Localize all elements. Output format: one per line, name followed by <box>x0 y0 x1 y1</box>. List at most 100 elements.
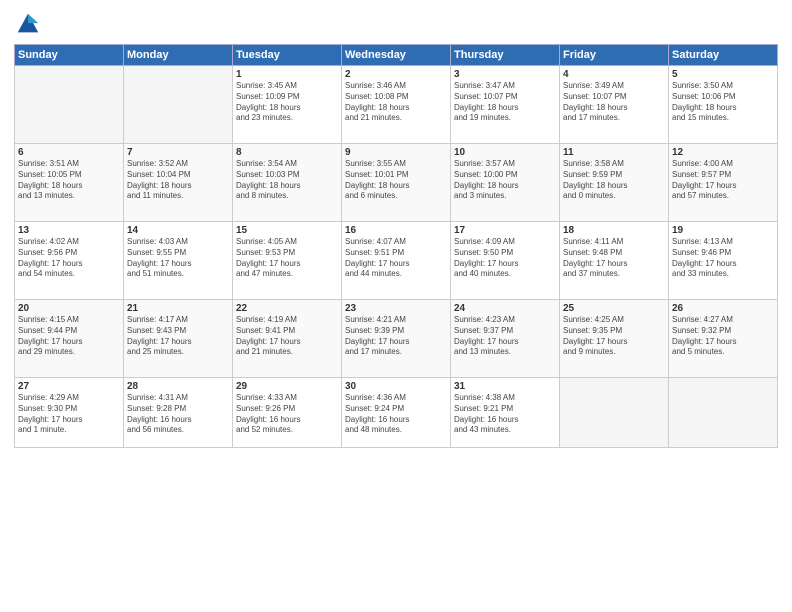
weekday-header-wednesday: Wednesday <box>342 45 451 66</box>
day-info: Sunrise: 3:50 AM Sunset: 10:06 PM Daylig… <box>672 81 774 124</box>
day-number: 23 <box>345 303 447 314</box>
day-info: Sunrise: 4:03 AM Sunset: 9:55 PM Dayligh… <box>127 237 229 280</box>
day-info: Sunrise: 4:11 AM Sunset: 9:48 PM Dayligh… <box>563 237 665 280</box>
day-info: Sunrise: 4:29 AM Sunset: 9:30 PM Dayligh… <box>18 393 120 436</box>
calendar-cell <box>15 66 124 144</box>
week-row-5: 27Sunrise: 4:29 AM Sunset: 9:30 PM Dayli… <box>15 378 778 448</box>
day-number: 3 <box>454 69 556 80</box>
day-number: 14 <box>127 225 229 236</box>
calendar-cell: 17Sunrise: 4:09 AM Sunset: 9:50 PM Dayli… <box>451 222 560 300</box>
day-number: 6 <box>18 147 120 158</box>
day-number: 9 <box>345 147 447 158</box>
day-number: 4 <box>563 69 665 80</box>
day-info: Sunrise: 4:13 AM Sunset: 9:46 PM Dayligh… <box>672 237 774 280</box>
calendar-cell: 19Sunrise: 4:13 AM Sunset: 9:46 PM Dayli… <box>669 222 778 300</box>
calendar-cell <box>124 66 233 144</box>
day-info: Sunrise: 4:25 AM Sunset: 9:35 PM Dayligh… <box>563 315 665 358</box>
day-number: 31 <box>454 381 556 392</box>
day-number: 29 <box>236 381 338 392</box>
calendar-cell: 30Sunrise: 4:36 AM Sunset: 9:24 PM Dayli… <box>342 378 451 448</box>
day-number: 11 <box>563 147 665 158</box>
calendar-cell: 5Sunrise: 3:50 AM Sunset: 10:06 PM Dayli… <box>669 66 778 144</box>
calendar-cell: 24Sunrise: 4:23 AM Sunset: 9:37 PM Dayli… <box>451 300 560 378</box>
calendar-cell: 12Sunrise: 4:00 AM Sunset: 9:57 PM Dayli… <box>669 144 778 222</box>
calendar-cell: 11Sunrise: 3:58 AM Sunset: 9:59 PM Dayli… <box>560 144 669 222</box>
day-info: Sunrise: 4:23 AM Sunset: 9:37 PM Dayligh… <box>454 315 556 358</box>
calendar-cell: 10Sunrise: 3:57 AM Sunset: 10:00 PM Dayl… <box>451 144 560 222</box>
day-number: 27 <box>18 381 120 392</box>
week-row-3: 13Sunrise: 4:02 AM Sunset: 9:56 PM Dayli… <box>15 222 778 300</box>
day-info: Sunrise: 3:57 AM Sunset: 10:00 PM Daylig… <box>454 159 556 202</box>
day-info: Sunrise: 3:46 AM Sunset: 10:08 PM Daylig… <box>345 81 447 124</box>
day-info: Sunrise: 3:51 AM Sunset: 10:05 PM Daylig… <box>18 159 120 202</box>
calendar-cell: 2Sunrise: 3:46 AM Sunset: 10:08 PM Dayli… <box>342 66 451 144</box>
day-info: Sunrise: 3:45 AM Sunset: 10:09 PM Daylig… <box>236 81 338 124</box>
weekday-header-thursday: Thursday <box>451 45 560 66</box>
day-info: Sunrise: 4:05 AM Sunset: 9:53 PM Dayligh… <box>236 237 338 280</box>
day-info: Sunrise: 3:49 AM Sunset: 10:07 PM Daylig… <box>563 81 665 124</box>
day-info: Sunrise: 4:19 AM Sunset: 9:41 PM Dayligh… <box>236 315 338 358</box>
day-number: 10 <box>454 147 556 158</box>
day-info: Sunrise: 3:52 AM Sunset: 10:04 PM Daylig… <box>127 159 229 202</box>
day-number: 17 <box>454 225 556 236</box>
day-info: Sunrise: 3:55 AM Sunset: 10:01 PM Daylig… <box>345 159 447 202</box>
calendar-cell: 18Sunrise: 4:11 AM Sunset: 9:48 PM Dayli… <box>560 222 669 300</box>
calendar-cell: 7Sunrise: 3:52 AM Sunset: 10:04 PM Dayli… <box>124 144 233 222</box>
week-row-2: 6Sunrise: 3:51 AM Sunset: 10:05 PM Dayli… <box>15 144 778 222</box>
calendar-cell: 23Sunrise: 4:21 AM Sunset: 9:39 PM Dayli… <box>342 300 451 378</box>
week-row-1: 1Sunrise: 3:45 AM Sunset: 10:09 PM Dayli… <box>15 66 778 144</box>
day-number: 15 <box>236 225 338 236</box>
week-row-4: 20Sunrise: 4:15 AM Sunset: 9:44 PM Dayli… <box>15 300 778 378</box>
day-info: Sunrise: 4:15 AM Sunset: 9:44 PM Dayligh… <box>18 315 120 358</box>
day-number: 22 <box>236 303 338 314</box>
day-info: Sunrise: 3:47 AM Sunset: 10:07 PM Daylig… <box>454 81 556 124</box>
day-number: 19 <box>672 225 774 236</box>
day-info: Sunrise: 4:38 AM Sunset: 9:21 PM Dayligh… <box>454 393 556 436</box>
day-number: 2 <box>345 69 447 80</box>
day-number: 30 <box>345 381 447 392</box>
calendar-cell: 31Sunrise: 4:38 AM Sunset: 9:21 PM Dayli… <box>451 378 560 448</box>
calendar-cell: 28Sunrise: 4:31 AM Sunset: 9:28 PM Dayli… <box>124 378 233 448</box>
day-info: Sunrise: 4:02 AM Sunset: 9:56 PM Dayligh… <box>18 237 120 280</box>
day-number: 28 <box>127 381 229 392</box>
day-number: 21 <box>127 303 229 314</box>
calendar-cell: 29Sunrise: 4:33 AM Sunset: 9:26 PM Dayli… <box>233 378 342 448</box>
day-info: Sunrise: 4:31 AM Sunset: 9:28 PM Dayligh… <box>127 393 229 436</box>
day-info: Sunrise: 3:58 AM Sunset: 9:59 PM Dayligh… <box>563 159 665 202</box>
weekday-header-friday: Friday <box>560 45 669 66</box>
day-info: Sunrise: 4:36 AM Sunset: 9:24 PM Dayligh… <box>345 393 447 436</box>
calendar-cell: 22Sunrise: 4:19 AM Sunset: 9:41 PM Dayli… <box>233 300 342 378</box>
day-info: Sunrise: 4:17 AM Sunset: 9:43 PM Dayligh… <box>127 315 229 358</box>
day-info: Sunrise: 3:54 AM Sunset: 10:03 PM Daylig… <box>236 159 338 202</box>
day-number: 25 <box>563 303 665 314</box>
calendar-cell <box>669 378 778 448</box>
calendar-cell: 14Sunrise: 4:03 AM Sunset: 9:55 PM Dayli… <box>124 222 233 300</box>
calendar-cell <box>560 378 669 448</box>
calendar-cell: 4Sunrise: 3:49 AM Sunset: 10:07 PM Dayli… <box>560 66 669 144</box>
calendar-table: SundayMondayTuesdayWednesdayThursdayFrid… <box>14 44 778 448</box>
day-info: Sunrise: 4:21 AM Sunset: 9:39 PM Dayligh… <box>345 315 447 358</box>
logo-icon <box>14 10 42 38</box>
weekday-header-row: SundayMondayTuesdayWednesdayThursdayFrid… <box>15 45 778 66</box>
day-number: 20 <box>18 303 120 314</box>
calendar-cell: 26Sunrise: 4:27 AM Sunset: 9:32 PM Dayli… <box>669 300 778 378</box>
calendar-cell: 16Sunrise: 4:07 AM Sunset: 9:51 PM Dayli… <box>342 222 451 300</box>
day-number: 8 <box>236 147 338 158</box>
day-info: Sunrise: 4:00 AM Sunset: 9:57 PM Dayligh… <box>672 159 774 202</box>
calendar-cell: 13Sunrise: 4:02 AM Sunset: 9:56 PM Dayli… <box>15 222 124 300</box>
calendar-cell: 27Sunrise: 4:29 AM Sunset: 9:30 PM Dayli… <box>15 378 124 448</box>
day-number: 12 <box>672 147 774 158</box>
day-number: 18 <box>563 225 665 236</box>
day-number: 24 <box>454 303 556 314</box>
day-info: Sunrise: 4:27 AM Sunset: 9:32 PM Dayligh… <box>672 315 774 358</box>
day-info: Sunrise: 4:07 AM Sunset: 9:51 PM Dayligh… <box>345 237 447 280</box>
day-number: 26 <box>672 303 774 314</box>
day-info: Sunrise: 4:09 AM Sunset: 9:50 PM Dayligh… <box>454 237 556 280</box>
day-number: 5 <box>672 69 774 80</box>
day-number: 16 <box>345 225 447 236</box>
calendar-cell: 20Sunrise: 4:15 AM Sunset: 9:44 PM Dayli… <box>15 300 124 378</box>
calendar-cell: 6Sunrise: 3:51 AM Sunset: 10:05 PM Dayli… <box>15 144 124 222</box>
day-number: 7 <box>127 147 229 158</box>
day-info: Sunrise: 4:33 AM Sunset: 9:26 PM Dayligh… <box>236 393 338 436</box>
weekday-header-sunday: Sunday <box>15 45 124 66</box>
